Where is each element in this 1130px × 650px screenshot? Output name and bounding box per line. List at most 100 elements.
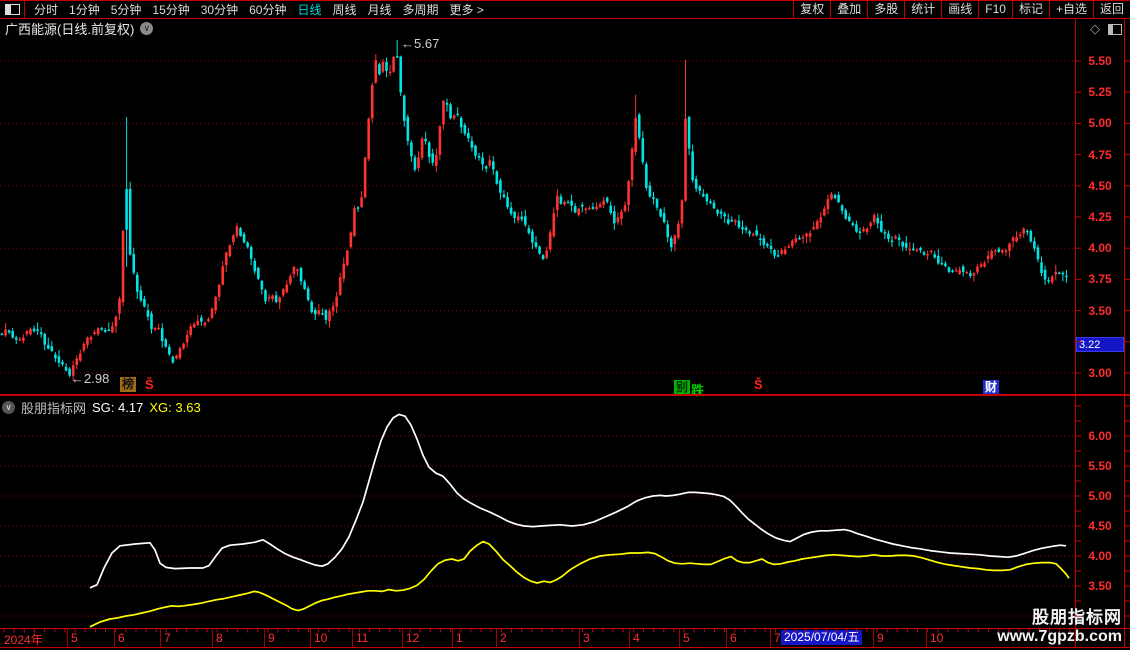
period-tab-月线[interactable]: 月线 bbox=[368, 1, 392, 18]
date-label: 9 bbox=[877, 631, 884, 645]
date-separator bbox=[496, 629, 497, 647]
layout-toggle[interactable] bbox=[0, 1, 25, 18]
date-separator bbox=[873, 629, 874, 647]
period-tab-15分钟[interactable]: 15分钟 bbox=[152, 1, 189, 18]
trading-app-window: 分时 1分钟 5分钟 15分钟 30分钟 60分钟 日线 周线 月线 多周期 更多 > 复权 叠加 多股… bbox=[0, 0, 1130, 650]
period-menu: 分时 1分钟 5分钟 15分钟 30分钟 60分钟 日线 周线 月线 多周期 更多 > bbox=[25, 1, 793, 18]
date-label: 7 bbox=[774, 631, 781, 645]
chart-marker-Š: Š bbox=[754, 377, 763, 392]
svg-text:←5.67: ←5.67 bbox=[401, 38, 439, 51]
indicator-axis-label: 4.00 bbox=[1088, 549, 1112, 563]
indicator-name: 股朋指标网 bbox=[21, 401, 87, 416]
menu-button-+自选[interactable]: +自选 bbox=[1048, 1, 1093, 18]
period-tab-更多 >[interactable]: 更多 > bbox=[450, 1, 484, 18]
current-price-tag: 3.22 bbox=[1076, 337, 1124, 352]
date-label: 8 bbox=[216, 631, 223, 645]
date-label: 2 bbox=[500, 631, 507, 645]
menu-button-复权[interactable]: 复权 bbox=[793, 1, 830, 18]
price-axis-label: 3.00 bbox=[1088, 366, 1112, 380]
sg-value: SG: 4.17 bbox=[92, 400, 144, 415]
svg-text:←2.98: ←2.98 bbox=[71, 371, 109, 386]
date-axis: 2024年 5 6 7 8 9 10 11 12 1 2 3 4 5 6 7 2025/07/04/五 9 10 bbox=[0, 629, 1130, 647]
title-bar: 广西能源(日线.前复权) ∨ bbox=[0, 19, 1075, 38]
date-separator bbox=[579, 629, 580, 647]
date-label: 9 bbox=[268, 631, 275, 645]
period-tab-多周期[interactable]: 多周期 bbox=[403, 1, 439, 18]
date-separator bbox=[352, 629, 353, 647]
watermark-name: 股朋指标网 bbox=[1032, 608, 1122, 627]
chevron-down-icon[interactable]: ∨ bbox=[2, 401, 15, 414]
chart-marker-跌: 跌 bbox=[691, 383, 705, 398]
chart-marker-榜: 榜 bbox=[120, 377, 137, 392]
menu-button-返回[interactable]: 返回 bbox=[1092, 1, 1130, 18]
period-tab-60分钟[interactable]: 60分钟 bbox=[249, 1, 286, 18]
chart-title: 广西能源(日线.前复权) bbox=[5, 22, 135, 37]
price-axis-label: 3.75 bbox=[1088, 272, 1112, 287]
date-separator bbox=[402, 629, 403, 647]
watermark: 股朋指标网 www.7gpzb.com bbox=[997, 603, 1122, 646]
indicator-chart[interactable] bbox=[0, 396, 1075, 628]
action-menu: 复权 叠加 多股 统计 画线 F10 标记 +自选 返回 bbox=[793, 1, 1130, 18]
date-separator bbox=[726, 629, 727, 647]
date-label: 6 bbox=[118, 631, 125, 645]
window-pane-icon bbox=[4, 4, 20, 15]
date-separator bbox=[264, 629, 265, 647]
indicator-axis-label: 5.50 bbox=[1088, 459, 1112, 473]
chart-marker-别: 别 bbox=[674, 380, 691, 395]
menu-button-F10[interactable]: F10 bbox=[978, 1, 1012, 18]
xg-value: XG: 3.63 bbox=[149, 400, 201, 415]
date-label: 5 bbox=[71, 631, 78, 645]
date-separator bbox=[212, 629, 213, 647]
menu-button-叠加[interactable]: 叠加 bbox=[830, 1, 867, 18]
price-axis-label: 4.50 bbox=[1088, 178, 1112, 193]
price-axis-label: 4.00 bbox=[1088, 241, 1112, 256]
period-tab-周线[interactable]: 周线 bbox=[332, 1, 356, 18]
watermark-url: www.7gpzb.com bbox=[997, 628, 1122, 645]
period-tab-分时[interactable]: 分时 bbox=[34, 1, 58, 18]
price-axis-label: 5.50 bbox=[1088, 54, 1112, 68]
candlestick-chart[interactable]: ←5.67 ←2.98 bbox=[0, 38, 1075, 395]
date-separator bbox=[770, 629, 771, 647]
split-window-icon[interactable] bbox=[1108, 23, 1122, 35]
menu-button-统计[interactable]: 统计 bbox=[904, 1, 941, 18]
price-axis-label: 4.25 bbox=[1088, 210, 1112, 224]
date-separator bbox=[114, 629, 115, 647]
price-axis-label: 3.50 bbox=[1088, 303, 1112, 318]
date-separator bbox=[629, 629, 630, 647]
date-label: 10 bbox=[314, 631, 328, 645]
date-separator bbox=[310, 629, 311, 647]
toolbar: 分时 1分钟 5分钟 15分钟 30分钟 60分钟 日线 周线 月线 多周期 更多 > 复权 叠加 多股… bbox=[0, 0, 1130, 19]
date-label: 3 bbox=[583, 631, 590, 645]
period-tab-1分钟[interactable]: 1分钟 bbox=[69, 1, 100, 18]
indicator-axis-label: 5.00 bbox=[1088, 489, 1112, 503]
date-label: 2024年 bbox=[4, 633, 43, 647]
date-separator bbox=[452, 629, 453, 647]
period-tab-日线[interactable]: 日线 bbox=[297, 1, 321, 18]
price-axis-label: 4.75 bbox=[1088, 147, 1112, 162]
indicator-header: ∨ 股朋指标网 SG: 4.17 XG: 3.63 bbox=[2, 398, 201, 417]
indicator-axis-label: 4.50 bbox=[1088, 519, 1112, 533]
title-right-icons: ◇ bbox=[1090, 21, 1122, 37]
period-tab-30分钟[interactable]: 30分钟 bbox=[201, 1, 238, 18]
date-label: 11 bbox=[356, 631, 369, 645]
indicator-axis-label: 3.50 bbox=[1088, 579, 1112, 593]
date-separator bbox=[160, 629, 161, 647]
date-separator bbox=[679, 629, 680, 647]
date-label: 7 bbox=[164, 631, 171, 645]
period-tab-5分钟[interactable]: 5分钟 bbox=[111, 1, 142, 18]
menu-button-多股[interactable]: 多股 bbox=[867, 1, 904, 18]
date-label: 10 bbox=[930, 631, 944, 645]
price-axis-label: 5.00 bbox=[1088, 116, 1112, 131]
price-axis-label: 5.25 bbox=[1088, 85, 1112, 100]
chevron-down-icon[interactable]: ∨ bbox=[140, 22, 154, 35]
date-separator bbox=[67, 629, 68, 647]
date-highlight: 2025/07/04/五 bbox=[781, 630, 863, 645]
diamond-icon[interactable]: ◇ bbox=[1090, 21, 1100, 37]
menu-button-画线[interactable]: 画线 bbox=[941, 1, 978, 18]
date-label: 4 bbox=[633, 631, 640, 645]
date-label: 1 bbox=[456, 631, 463, 645]
date-label: 12 bbox=[406, 631, 420, 645]
menu-button-标记[interactable]: 标记 bbox=[1011, 1, 1049, 18]
chart-marker-Š: Š bbox=[145, 377, 154, 392]
date-label: 5 bbox=[683, 631, 690, 645]
